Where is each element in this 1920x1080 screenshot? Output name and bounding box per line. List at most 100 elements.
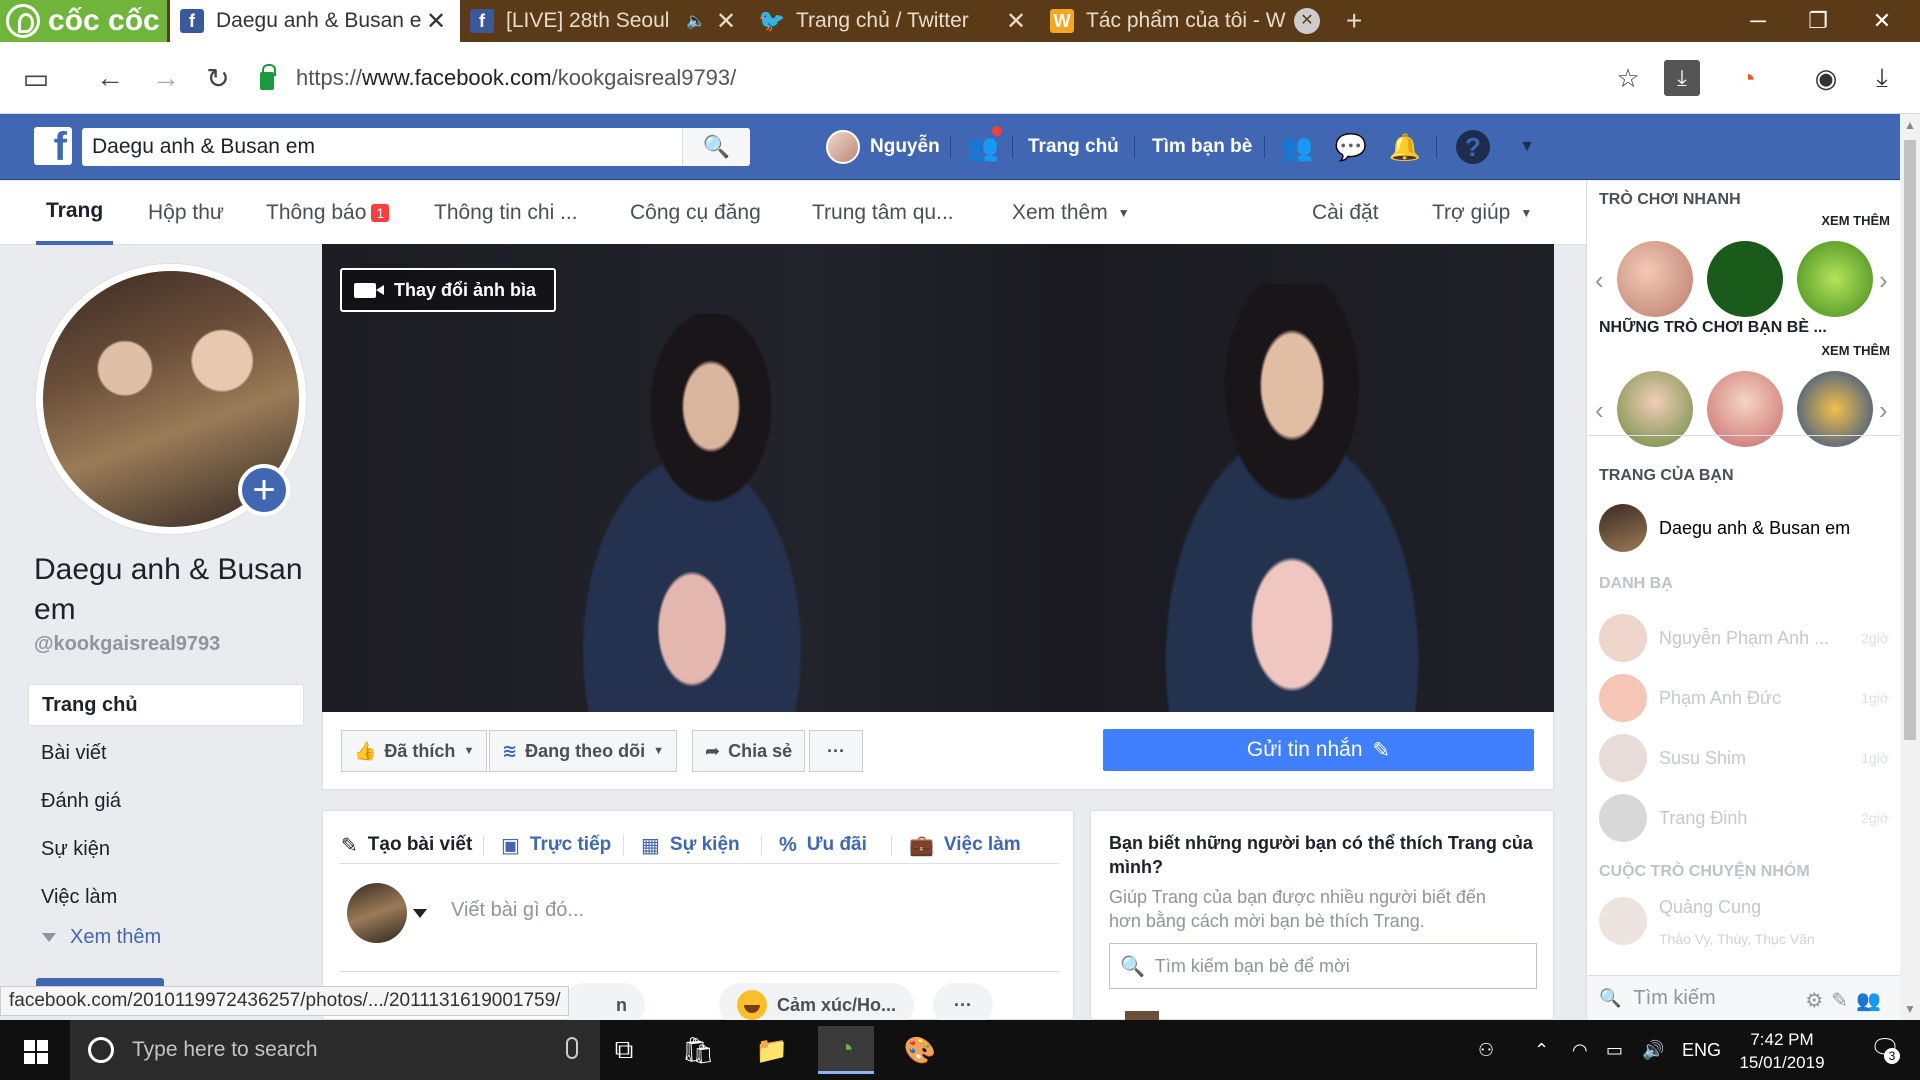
- game-thumbnail[interactable]: [1707, 241, 1783, 317]
- chevron-left-icon[interactable]: ‹: [1595, 265, 1604, 296]
- send-message-button[interactable]: Gửi tin nhắn ✎: [1103, 729, 1534, 771]
- contact-item[interactable]: Nguyễn Phạm Anh ... 2giờ: [1599, 613, 1889, 663]
- action-center-icon[interactable]: 🗨 3: [1870, 1034, 1900, 1064]
- search-icon[interactable]: 🔍: [682, 128, 750, 166]
- speaker-icon[interactable]: 🔈: [686, 11, 706, 31]
- restore-icon[interactable]: ❐: [1788, 0, 1848, 42]
- tab-twitter[interactable]: 🐦 Trang chủ / Twitter ✕: [750, 0, 1040, 42]
- left-nav-see-more[interactable]: Xem thêm: [42, 926, 161, 949]
- add-photo-plus-icon[interactable]: +: [238, 464, 290, 516]
- see-more-link[interactable]: XEM THÊM: [1821, 343, 1890, 358]
- chat-search[interactable]: 🔍 Tìm kiếm ⚙✎👥: [1587, 975, 1901, 1020]
- left-nav-posts[interactable]: Bài viết: [28, 732, 304, 774]
- caret-down-icon[interactable]: [413, 909, 427, 918]
- more-options-button[interactable]: ···: [809, 730, 863, 772]
- tab-live-seoul[interactable]: f [LIVE] 28th Seoul 🔈 ✕: [460, 0, 750, 42]
- battery-icon[interactable]: ▭: [1606, 1020, 1623, 1080]
- paint-icon[interactable]: 🎨: [892, 1026, 948, 1074]
- profile-link[interactable]: Nguyễn: [826, 128, 940, 166]
- file-explorer-icon[interactable]: 📁: [744, 1026, 800, 1074]
- liked-button[interactable]: 👍 Đã thích ▼: [341, 730, 488, 772]
- microphone-icon[interactable]: [566, 1037, 578, 1059]
- chevron-left-icon[interactable]: ‹: [1595, 395, 1604, 426]
- close-tab-icon[interactable]: ✕: [1294, 8, 1320, 34]
- left-nav-events[interactable]: Sự kiện: [28, 828, 304, 870]
- page-scrollbar[interactable]: ▲ ▼: [1900, 114, 1920, 1020]
- chevron-right-icon[interactable]: ›: [1879, 395, 1888, 426]
- friend-requests-icon[interactable]: 👥: [1280, 130, 1314, 164]
- store-icon[interactable]: 🛍: [670, 1026, 726, 1074]
- game-thumbnail[interactable]: [1617, 241, 1693, 317]
- facebook-logo-icon[interactable]: f: [34, 127, 72, 165]
- tab-page[interactable]: Trang: [36, 181, 114, 245]
- bookmark-star-icon[interactable]: ☆: [1610, 60, 1646, 96]
- contact-item[interactable]: Phạm Anh Đức 1giờ: [1599, 673, 1889, 723]
- following-button[interactable]: ≋ Đang theo dõi ▼: [489, 730, 677, 772]
- tab-more[interactable]: Xem thêm ▼: [1012, 181, 1130, 245]
- system-clock[interactable]: 7:42 PM 15/01/2019: [1722, 1028, 1842, 1074]
- coccoc-taskbar-icon[interactable]: ◔: [818, 1026, 874, 1074]
- game-thumbnail[interactable]: [1797, 241, 1873, 317]
- messenger-icon[interactable]: 💬: [1334, 130, 1368, 164]
- avatar[interactable]: [347, 883, 407, 943]
- share-button[interactable]: ➦ Chia sẻ: [692, 730, 806, 772]
- help-question-icon[interactable]: ?: [1456, 130, 1490, 164]
- tab-settings[interactable]: Cài đặt: [1312, 181, 1379, 245]
- account-menu-chevron-icon[interactable]: ▼: [1510, 130, 1544, 164]
- scroll-thumb[interactable]: [1904, 140, 1916, 740]
- cover-photo[interactable]: [322, 244, 1554, 712]
- create-icon[interactable]: 👥: [966, 124, 1004, 164]
- language-indicator[interactable]: ENG: [1682, 1020, 1721, 1080]
- scroll-up-icon[interactable]: ▲: [1904, 118, 1916, 132]
- search-input[interactable]: [82, 135, 682, 159]
- tab-insights[interactable]: Thông tin chi ...: [434, 181, 578, 245]
- chat-settings-gear-icon[interactable]: ⚙✎👥: [1805, 988, 1889, 1013]
- tab-event[interactable]: ▦ Sự kiện: [641, 827, 740, 863]
- chevron-right-icon[interactable]: ›: [1879, 265, 1888, 296]
- wifi-icon[interactable]: ◠: [1572, 1020, 1588, 1080]
- close-tab-icon[interactable]: ✕: [1002, 7, 1030, 36]
- tab-job[interactable]: 💼 Việc làm: [909, 827, 1021, 863]
- close-window-icon[interactable]: ✕: [1852, 0, 1912, 42]
- tab-ads-center[interactable]: Trung tâm qu...: [812, 181, 954, 245]
- windows-start-icon[interactable]: [24, 1040, 48, 1064]
- left-nav-jobs[interactable]: Việc làm: [28, 876, 304, 918]
- see-more-link[interactable]: XEM THÊM: [1821, 213, 1890, 228]
- coccoc-extension-icon[interactable]: ◔: [1730, 60, 1766, 96]
- tab-create-post[interactable]: ✎ Tạo bài viết: [341, 827, 472, 863]
- volume-icon[interactable]: 🔊: [1642, 1020, 1664, 1080]
- left-nav-home[interactable]: Trang chủ: [28, 684, 304, 726]
- task-view-icon[interactable]: ⧉: [596, 1026, 652, 1074]
- contact-item[interactable]: Susu Shim 1giờ: [1599, 733, 1889, 783]
- back-icon[interactable]: ←: [88, 56, 132, 100]
- tab-help[interactable]: Trợ giúp ▼: [1432, 181, 1532, 245]
- new-tab-button[interactable]: +: [1336, 0, 1376, 42]
- url-field[interactable]: https:// www.facebook.com /kookgaisreal9…: [260, 56, 1710, 100]
- tab-live[interactable]: ▣ Trực tiếp: [501, 827, 611, 863]
- taskbar-search[interactable]: Type here to search: [70, 1020, 600, 1080]
- left-nav-reviews[interactable]: Đánh giá: [28, 780, 304, 822]
- notifications-bell-icon[interactable]: 🔔: [1388, 130, 1422, 164]
- tab-wattpad[interactable]: W Tác phẩm của tôi - W ✕: [1040, 0, 1330, 42]
- tab-publishing-tools[interactable]: Công cụ đăng: [630, 181, 761, 245]
- minimize-icon[interactable]: ─: [1728, 0, 1788, 42]
- reload-icon[interactable]: ↻: [196, 56, 240, 100]
- tab-inbox[interactable]: Hộp thư: [148, 181, 224, 245]
- sidebar-toggle-icon[interactable]: ▭: [14, 56, 58, 100]
- tab-offer[interactable]: % Ưu đãi: [779, 827, 867, 863]
- tab-daegu-busan[interactable]: f Daegu anh & Busan e ✕: [170, 0, 460, 42]
- post-input[interactable]: Viết bài gì đó...: [451, 899, 584, 922]
- invite-search-input[interactable]: 🔍 Tìm kiếm bạn bè để mời: [1109, 943, 1537, 989]
- scroll-down-icon[interactable]: ▼: [1904, 1002, 1916, 1016]
- home-link[interactable]: Trang chủ: [1028, 128, 1119, 166]
- tab-notifications[interactable]: Thông báo 1: [266, 181, 390, 245]
- contact-item[interactable]: Trang Đinh 2giờ: [1599, 793, 1889, 843]
- profile-icon[interactable]: ◉: [1808, 60, 1844, 96]
- find-friends-link[interactable]: Tìm bạn bè: [1152, 128, 1252, 166]
- coccoc-menu-button[interactable]: cốc cốc: [0, 0, 167, 42]
- page-username[interactable]: @kookgaisreal9793: [34, 633, 220, 656]
- forward-icon[interactable]: →: [144, 56, 188, 100]
- download-page-icon[interactable]: ⤓: [1664, 60, 1700, 96]
- tray-chevron-icon[interactable]: ⌃: [1534, 1020, 1549, 1080]
- your-page-item[interactable]: Daegu anh & Busan em: [1599, 503, 1889, 553]
